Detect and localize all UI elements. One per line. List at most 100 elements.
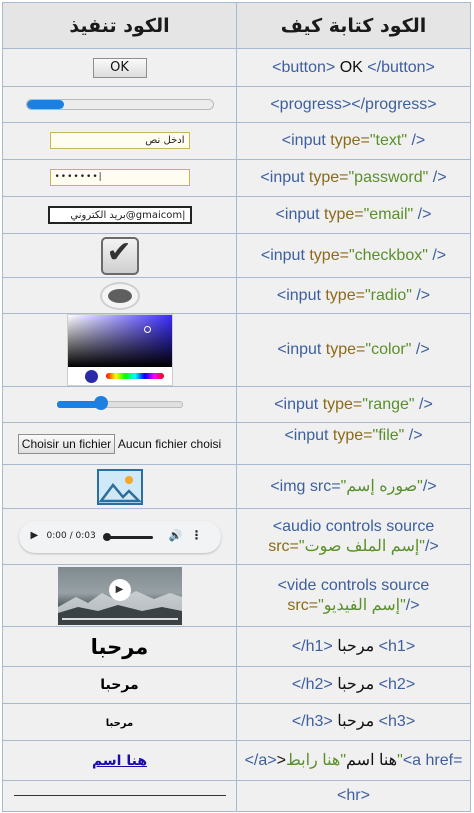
checkbox[interactable]: ✔: [100, 234, 139, 275]
code-tag: />: [422, 477, 437, 495]
progress-fill: [26, 99, 64, 109]
h1-output-cell: مرحبا: [2, 626, 237, 667]
code-tag: <input: [275, 206, 325, 223]
header-code: الكود كتابة كيف: [236, 2, 471, 49]
code-text: مرحبا: [332, 637, 379, 655]
range-output-cell: [2, 386, 237, 423]
code-text: OK: [335, 58, 368, 76]
code-tag: <progress></progress>: [270, 95, 437, 113]
color-swatch: [84, 370, 98, 383]
code-tag: <input: [260, 169, 309, 186]
audio-time: 0:00 / 0:03: [46, 530, 96, 541]
h3-heading: مرحبا: [105, 718, 134, 729]
code-tag: />: [428, 169, 447, 186]
color-gradient-area[interactable]: [67, 315, 172, 367]
h3-code-cell: </h3> مرحبا <h3>: [236, 703, 471, 741]
video-progress[interactable]: [61, 617, 178, 620]
code-value: "password": [348, 169, 429, 186]
hue-slider[interactable]: [105, 373, 164, 379]
range-slider[interactable]: [56, 396, 183, 412]
h1-code-cell: </h1> مرحبا <h1>: [236, 626, 471, 667]
code-tag: <button>: [272, 58, 336, 76]
radio-dot: [107, 288, 132, 303]
password-input[interactable]: •••••••|: [49, 169, 190, 187]
code-tag: <input: [277, 341, 326, 358]
range-thumb[interactable]: [93, 396, 108, 411]
code-tag: <input: [274, 395, 323, 413]
code-value: "email": [363, 206, 414, 223]
h2-code-cell: </h2> مرحبا <h2>: [236, 666, 471, 704]
color-code-cell: <input type="color" />: [236, 313, 471, 387]
hr-output-cell: [2, 780, 237, 812]
code-text: مرحبا: [332, 713, 379, 730]
header-output: الكود تنفيذ: [2, 2, 237, 49]
code-tag: <img src=: [270, 477, 341, 495]
radio-button[interactable]: [99, 281, 140, 310]
code-attr: type=: [330, 132, 370, 149]
link-output-cell: هنا اسم: [2, 740, 237, 781]
email-input[interactable]: بريد الكتروني@gmaicom|: [47, 205, 192, 224]
play-icon[interactable]: ▶: [31, 530, 39, 541]
video-code-cell: <vide controls source src="إسم الفيديو"/…: [236, 564, 471, 627]
code-attr: src=: [287, 596, 319, 614]
code-tag: <input: [276, 286, 326, 304]
image-icon: [96, 468, 143, 505]
code-tag: <a href=: [402, 751, 463, 769]
code-tag: </h2>: [291, 676, 333, 693]
ok-button[interactable]: OK: [92, 57, 147, 78]
file-code-cell: <input type="file" />: [236, 422, 471, 465]
code-tag: />: [427, 246, 447, 264]
checkbox-output-cell: ✔: [2, 233, 237, 278]
code-tag: </button>: [367, 58, 435, 76]
horizontal-rule: [13, 795, 226, 797]
code-value: "radio": [364, 286, 412, 304]
code-attr: type=: [332, 427, 373, 444]
code-tag: </h3>: [291, 713, 333, 730]
link-code-cell: </a>>هنا اسم"هنا رابط"<a href=: [236, 740, 471, 781]
html-elements-table: الكود تنفيذ الكود كتابة كيف OK <button> …: [2, 2, 471, 812]
progress-code-cell: <progress></progress>: [236, 86, 471, 123]
code-attr: type=: [309, 246, 349, 264]
code-text: مرحبا: [332, 676, 379, 693]
code-tag: />: [414, 395, 433, 413]
code-value: "checkbox": [348, 246, 428, 264]
code-value: "صوره إسم": [340, 477, 423, 495]
audio-seek-thumb[interactable]: [102, 532, 111, 541]
button-code-cell: <button> OK </button>: [236, 48, 471, 87]
code-value: "إسم الفيديو": [318, 596, 406, 614]
video-output-cell: ▶: [2, 564, 237, 627]
volume-icon[interactable]: 🔊: [169, 529, 183, 542]
code-tag: <vide controls source: [277, 576, 430, 594]
video-player[interactable]: ▶: [57, 566, 182, 625]
code-tag: />: [411, 286, 431, 304]
audio-output-cell: ▶ 0:00 / 0:03 🔊 ⋮: [2, 508, 237, 565]
code-tag: />: [413, 206, 432, 223]
code-tag: </a>: [244, 751, 277, 769]
video-play-icon[interactable]: ▶: [108, 578, 131, 601]
email-output-cell: بريد الكتروني@gmaicom|: [2, 196, 237, 234]
more-options-icon[interactable]: ⋮: [191, 528, 203, 542]
audio-seek-bar[interactable]: [104, 535, 153, 539]
code-value: "range": [362, 395, 415, 413]
hyperlink[interactable]: هنا اسم: [92, 753, 147, 769]
checkbox-code-cell: <input type="checkbox" />: [236, 233, 471, 278]
text-input[interactable]: ادخل نص: [49, 132, 190, 150]
hr-code-cell: <hr>: [236, 780, 471, 812]
radio-code-cell: <input type="radio" />: [236, 277, 471, 314]
code-attr: type=: [324, 206, 364, 223]
audio-player[interactable]: ▶ 0:00 / 0:03 🔊 ⋮: [18, 520, 221, 553]
check-icon: ✔: [106, 234, 132, 270]
h2-output-cell: مرحبا: [2, 666, 237, 704]
code-tag: <h1>: [378, 637, 416, 655]
color-picker[interactable]: [66, 314, 173, 386]
h1-heading: مرحبا: [90, 634, 149, 659]
email-code-cell: <input type="email" />: [236, 196, 471, 234]
choose-file-button[interactable]: Choisir un fichier: [17, 433, 116, 454]
file-input[interactable]: Choisir un fichier Aucun fichier choisi: [17, 433, 221, 454]
code-tag: <hr>: [337, 787, 370, 804]
img-code-cell: <img src="صوره إسم"/>: [236, 464, 471, 509]
text-code-cell: <input type="text" />: [236, 122, 471, 160]
code-tag: />: [424, 537, 439, 555]
color-selector[interactable]: [143, 326, 151, 333]
code-attr: type=: [308, 169, 349, 186]
